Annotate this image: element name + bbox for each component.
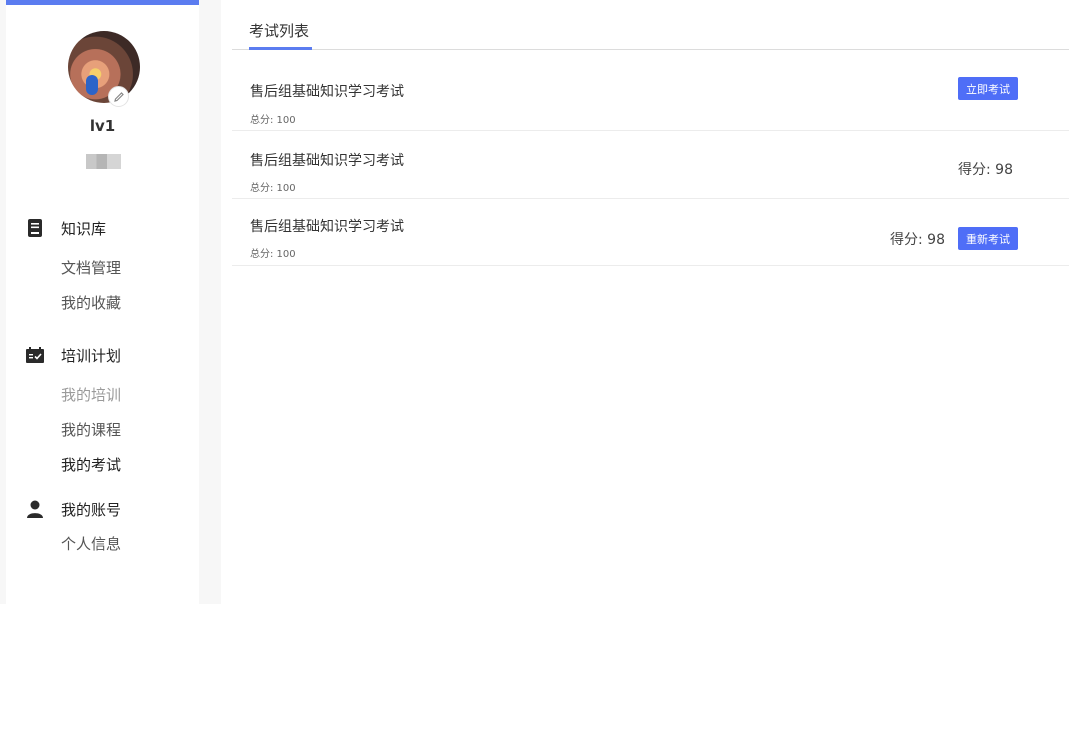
calendar-check-icon (26, 346, 44, 364)
exam-title: 售后组基础知识学习考试 (250, 219, 404, 235)
nav-group-account: 我的账号 个人信息 (6, 495, 199, 561)
pencil-icon (113, 91, 124, 102)
sidebar-item-my-exams[interactable]: 我的考试 (6, 447, 199, 482)
exam-title: 售后组基础知识学习考试 (250, 153, 404, 169)
sidebar-item-my-training[interactable]: 我的培训 (6, 377, 199, 412)
nav-head-training-plan[interactable]: 培训计划 (6, 341, 199, 369)
exam-total-score: 总分: 100 (250, 183, 296, 194)
sidebar-item-favorites[interactable]: 我的收藏 (6, 285, 199, 320)
user-subtitle-redacted (86, 154, 121, 169)
exam-title: 售后组基础知识学习考试 (250, 84, 404, 100)
start-exam-button[interactable]: 立即考试 (958, 77, 1018, 100)
nav-head-label: 培训计划 (61, 346, 122, 365)
sidebar-item-label: 我的考试 (61, 456, 122, 474)
app: lv1 知识库 文档管理 我的收藏 培训计划 我的培训 我的课程 我的考试 我的… (0, 0, 1080, 604)
sidebar-item-documents[interactable]: 文档管理 (6, 250, 199, 285)
sidebar-item-profile[interactable]: 个人信息 (6, 526, 199, 561)
book-icon (26, 219, 44, 237)
user-icon (26, 500, 44, 518)
nav-head-label: 知识库 (61, 219, 107, 238)
sidebar-item-label: 我的课程 (61, 421, 122, 439)
tab-active-indicator (249, 47, 312, 50)
avatar[interactable] (68, 31, 140, 103)
sidebar-item-label: 个人信息 (61, 535, 122, 553)
nav-group-knowledge: 知识库 文档管理 我的收藏 (6, 214, 199, 320)
nav-head-label: 我的账号 (61, 500, 122, 519)
exam-total-score: 总分: 100 (250, 249, 296, 260)
exam-score: 得分: 98 (890, 232, 945, 248)
username: lv1 (89, 117, 116, 135)
exam-row: 售后组基础知识学习考试 总分: 100 得分: 98 (232, 131, 1069, 199)
sidebar-item-label: 我的收藏 (61, 294, 122, 312)
tab-bar: 考试列表 (232, 0, 1069, 50)
sidebar: lv1 知识库 文档管理 我的收藏 培训计划 我的培训 我的课程 我的考试 我的… (6, 0, 199, 604)
main-content: 考试列表 售后组基础知识学习考试 总分: 100 立即考试 售后组基础知识学习考… (221, 0, 1080, 604)
sidebar-accent-bar (6, 0, 199, 5)
exam-total-score: 总分: 100 (250, 115, 296, 126)
exam-row: 售后组基础知识学习考试 总分: 100 立即考试 (232, 64, 1069, 131)
exam-row: 售后组基础知识学习考试 总分: 100 得分: 98 重新考试 (232, 199, 1069, 266)
nav-group-training: 培训计划 我的培训 我的课程 我的考试 (6, 341, 199, 482)
nav-head-my-account[interactable]: 我的账号 (6, 495, 199, 523)
exam-score: 得分: 98 (958, 162, 1013, 178)
edit-avatar-button[interactable] (108, 86, 129, 107)
sidebar-item-my-courses[interactable]: 我的课程 (6, 412, 199, 447)
tab-exam-list[interactable]: 考试列表 (249, 20, 309, 41)
sidebar-item-label: 文档管理 (61, 259, 122, 277)
nav-head-knowledge-base[interactable]: 知识库 (6, 214, 199, 242)
retake-exam-button[interactable]: 重新考试 (958, 227, 1018, 250)
sidebar-item-label: 我的培训 (61, 386, 122, 404)
